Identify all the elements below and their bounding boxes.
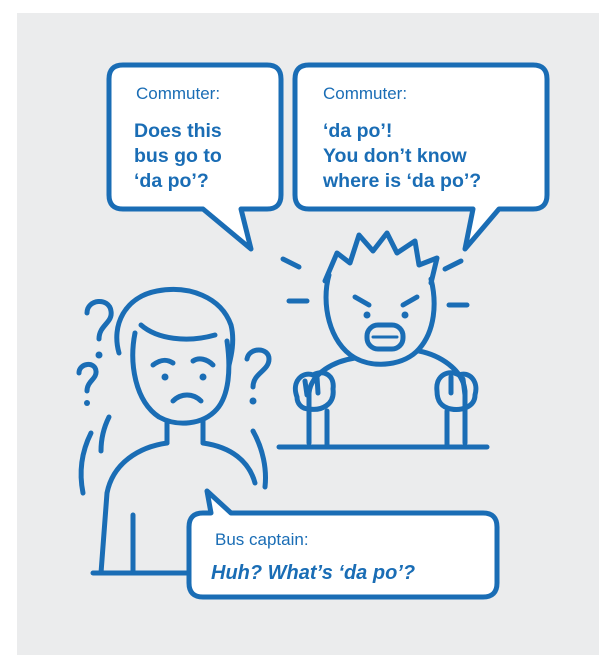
angry-right-eye [401, 311, 409, 319]
illustration-panel: Commuter: Does this bus go to ‘da po’? C… [17, 13, 599, 655]
speech-bubble-right: Commuter: ‘da po’! You don’t know where … [292, 62, 550, 252]
angry-right-brow [400, 294, 420, 308]
spiky-hair [322, 230, 440, 286]
right-bubble-speaker: Commuter: [323, 84, 407, 103]
shake-line [280, 256, 302, 270]
right-bubble-line-2: You don’t know [323, 145, 468, 167]
question-mark-icon [76, 362, 99, 406]
motion-line [78, 430, 94, 496]
bottom-bubble-line-1: Huh? What’s ‘da po’? [211, 562, 415, 584]
captain-left-eye [161, 373, 169, 381]
left-bubble-line-1: Does this [134, 120, 222, 142]
captain-right-eye [199, 373, 207, 381]
question-mark-icon [84, 299, 114, 359]
speech-bubble-left: Commuter: Does this bus go to ‘da po’? [106, 62, 284, 252]
angry-left-eye [363, 311, 371, 319]
question-mark-icon [244, 347, 272, 405]
right-fist [434, 370, 479, 412]
angry-person-icon [276, 230, 490, 450]
motion-line [98, 414, 112, 454]
captain-right-brow [190, 356, 216, 368]
left-bubble-line-2: bus go to [134, 145, 222, 167]
right-bubble-line-3: where is ‘da po’? [322, 170, 481, 192]
captain-left-brow [150, 357, 176, 368]
captain-face [130, 330, 232, 426]
shake-line [442, 258, 464, 272]
right-bubble-line-1: ‘da po’! [323, 120, 392, 142]
left-bubble-speaker: Commuter: [136, 84, 220, 103]
captain-mouth [170, 392, 204, 404]
angry-left-brow [352, 294, 372, 308]
left-bubble-line-3: ‘da po’? [134, 170, 209, 192]
speech-bubble-bottom: Bus captain: Huh? What’s ‘da po’? [186, 488, 500, 600]
bottom-bubble-speaker: Bus captain: [215, 530, 309, 549]
illustration-canvas: Commuter: Does this bus go to ‘da po’? C… [76, 62, 550, 600]
